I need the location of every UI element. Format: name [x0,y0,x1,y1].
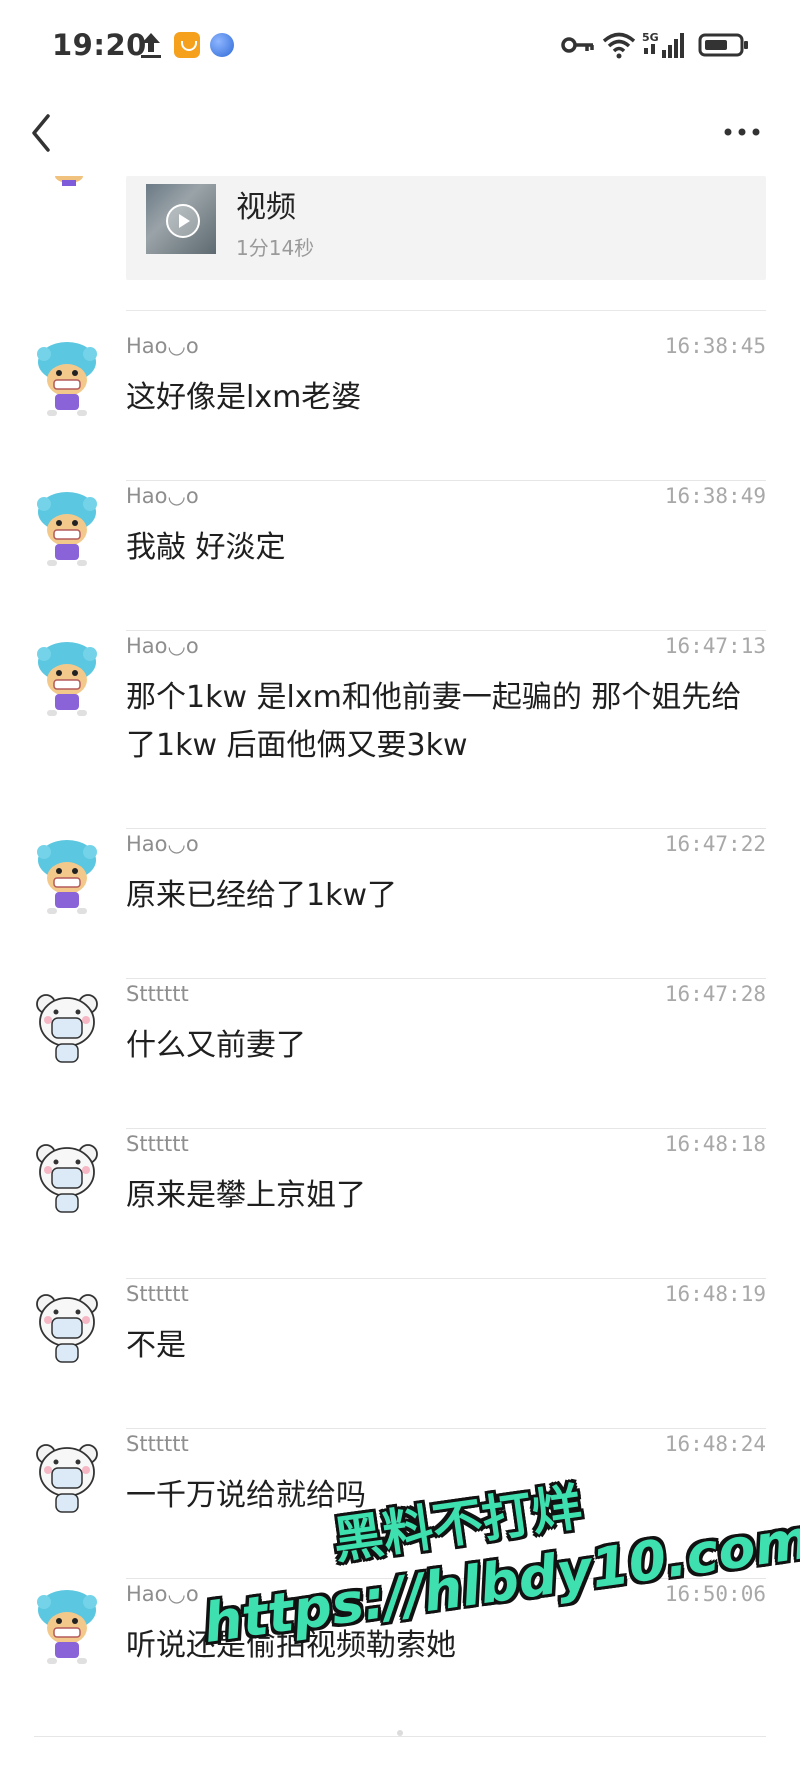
sender-name: Stttttt [126,982,189,1006]
message-text: 一千万说给就给吗 [126,1478,366,1513]
message-time: 16:48:19 [664,1282,766,1306]
message-time: 16:47:13 [664,634,766,658]
message-text: 不是 [126,1328,186,1363]
video-title: 视频 [236,190,296,225]
nav-bar [0,92,800,176]
haoo-avatar[interactable] [34,340,100,422]
globe-icon [210,33,234,57]
upload-icon [141,33,161,58]
sender-name: Hao◡o [126,634,199,658]
play-icon[interactable] [166,204,200,238]
message-item[interactable]: Hao◡o 16:47:13 那个1kw 是lxm和他前妻一起骗的 那个姐先给了1k… [0,630,800,828]
app-icon [174,32,200,58]
message-text: 听说还是偷拍视频勒索她 [126,1628,456,1663]
back-icon[interactable] [26,110,56,156]
message-time: 16:50:06 [664,1582,766,1606]
bear-avatar[interactable] [34,988,100,1070]
divider [34,1736,766,1737]
message-time: 16:38:49 [664,484,766,508]
video-message[interactable]: 视频 1分14秒 [126,176,766,280]
message-item[interactable]: Hao◡o 16:38:49 我敲 好淡定 [0,480,800,630]
message-item[interactable]: Stttttt 16:48:19 不是 [0,1278,800,1428]
sender-name: Hao◡o [126,832,199,856]
message-text: 那个1kw 是lxm和他前妻一起骗的 那个姐先给了1kw 后面他俩又要3kw [126,680,742,763]
message-text: 什么又前妻了 [126,1028,306,1063]
sender-name: Hao◡o [126,484,199,508]
signal-icon: 5G [642,31,684,58]
scroll-indicator [397,1730,403,1736]
bear-avatar[interactable] [34,1288,100,1370]
message-time: 16:47:28 [664,982,766,1006]
status-bar: 19:20 5G [0,0,800,92]
bear-avatar[interactable] [34,1438,100,1520]
divider [126,310,766,311]
message-item[interactable]: Hao◡o 16:38:45 这好像是lxm老婆 [0,330,800,480]
message-item[interactable]: Stttttt 16:48:24 一千万说给就给吗 [0,1428,800,1578]
message-time: 16:38:45 [664,334,766,358]
sender-name: Stttttt [126,1432,189,1456]
more-icon[interactable] [722,120,762,144]
message-text: 原来已经给了1kw了 [126,878,397,913]
sender-name: Stttttt [126,1282,189,1306]
sender-name: Stttttt [126,1132,189,1156]
message-time: 16:48:24 [664,1432,766,1456]
bear-avatar[interactable] [34,1138,100,1220]
message-text: 原来是攀上京姐了 [126,1178,366,1213]
message-text: 我敲 好淡定 [126,530,286,565]
status-time: 19:20 [52,28,147,62]
haoo-avatar[interactable] [34,640,100,722]
message-item[interactable]: Stttttt 16:47:28 什么又前妻了 [0,978,800,1128]
message-time: 16:48:18 [664,1132,766,1156]
video-duration: 1分14秒 [236,236,315,260]
haoo-avatar [55,176,83,186]
haoo-avatar[interactable] [34,838,100,920]
sender-name: Hao◡o [126,1582,199,1606]
network-label: 5G [642,31,659,44]
chat-history[interactable]: 视频 1分14秒 Hao◡o 16:38:45 这好像是lxm老婆 Hao◡o 16:3… [0,176,800,1787]
battery-icon [698,33,748,57]
message-text: 这好像是lxm老婆 [126,380,362,415]
key-icon [561,37,594,53]
haoo-avatar[interactable] [34,1588,100,1670]
haoo-avatar[interactable] [34,490,100,572]
sender-name: Hao◡o [126,334,199,358]
message-item[interactable]: Hao◡o 16:50:06 听说还是偷拍视频勒索她 [0,1578,800,1728]
message-item[interactable]: Stttttt 16:48:18 原来是攀上京姐了 [0,1128,800,1278]
video-thumbnail[interactable] [146,184,216,254]
message-item[interactable]: Hao◡o 16:47:22 原来已经给了1kw了 [0,828,800,978]
message-time: 16:47:22 [664,832,766,856]
wifi-icon [602,32,636,59]
